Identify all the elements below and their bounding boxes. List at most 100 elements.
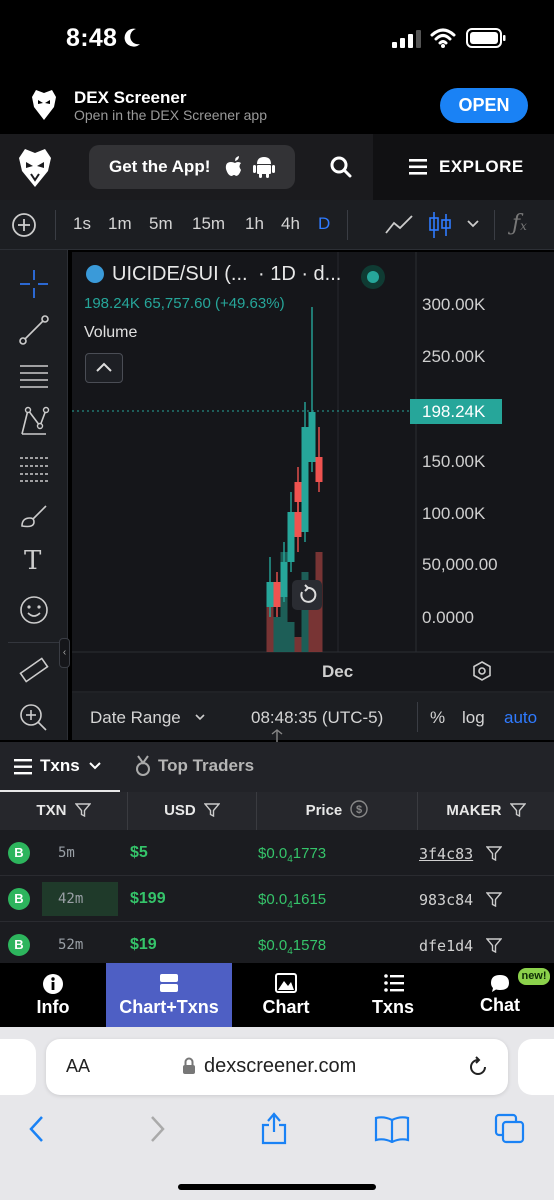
lock-icon xyxy=(183,1057,195,1074)
line-chart-icon[interactable] xyxy=(384,213,414,237)
brush-icon[interactable] xyxy=(18,500,50,532)
text-tool-icon[interactable]: T xyxy=(24,546,41,576)
column-usd[interactable]: USD xyxy=(128,792,257,830)
table-row[interactable]: B 5m $5 $0.041773 3f4c83 xyxy=(0,830,554,876)
tabs-icon[interactable] xyxy=(494,1113,526,1145)
column-txn[interactable]: TXN xyxy=(0,792,128,830)
url-text[interactable]: dexscreener.com xyxy=(204,1055,356,1078)
tab-chat[interactable]: new! Chat xyxy=(446,963,554,1027)
ruler-icon[interactable] xyxy=(18,654,50,686)
filter-icon[interactable] xyxy=(486,846,502,861)
trend-line-icon[interactable] xyxy=(18,314,50,346)
tab-txns-bottom[interactable]: Txns xyxy=(340,963,446,1027)
reset-icon xyxy=(300,584,317,603)
table-row[interactable]: B 42m $199 $0.041615 983c84 xyxy=(0,876,554,922)
emoji-icon[interactable] xyxy=(18,594,50,626)
filter-icon[interactable] xyxy=(486,892,502,907)
timeframe-15m[interactable]: 15m xyxy=(192,214,225,234)
browser-chrome: AA dexscreener.com xyxy=(0,1027,554,1200)
explore-label: EXPLORE xyxy=(439,157,524,176)
table-row[interactable]: B 52m $19 $0.041578 dfe1d4 xyxy=(0,922,554,968)
date-range-button[interactable]: Date Range xyxy=(90,708,181,728)
auto-scale-toggle[interactable]: auto xyxy=(504,708,537,728)
chevron-down-icon[interactable] xyxy=(466,219,480,229)
divider xyxy=(8,642,60,643)
crosshair-icon[interactable] xyxy=(18,268,50,300)
timeframe-4h[interactable]: 4h xyxy=(281,214,300,234)
price-axis-label: 300.00K xyxy=(422,295,486,314)
tab-txns[interactable]: Txns xyxy=(0,742,120,792)
new-badge: new! xyxy=(518,968,550,985)
maker-link[interactable]: 3f4c83 xyxy=(419,845,473,863)
fx-indicators-icon[interactable]: ƒx xyxy=(512,211,527,236)
bookmarks-icon[interactable] xyxy=(374,1115,410,1143)
tab-top-traders[interactable]: Top Traders xyxy=(120,742,280,792)
chart-toolbar: 1s 1m 5m 15m 1h 4h D ƒx xyxy=(0,200,554,250)
horizontal-lines-icon[interactable] xyxy=(18,360,50,392)
txn-price: $0.041578 xyxy=(258,937,326,957)
add-indicator-icon[interactable] xyxy=(11,212,37,238)
next-tab-peek[interactable] xyxy=(518,1039,554,1095)
chart-area[interactable]: UICIDE/SUI (... · 1D · d... 198.24K 65,7… xyxy=(72,252,554,740)
timeframe-1m[interactable]: 1m xyxy=(108,214,132,234)
log-scale-toggle[interactable]: log xyxy=(462,708,485,728)
price-prefix: $0.0 xyxy=(258,845,288,862)
x-axis-label: Dec xyxy=(322,662,354,681)
timeframe-1h[interactable]: 1h xyxy=(245,214,264,234)
address-bar[interactable]: AA dexscreener.com xyxy=(46,1039,508,1095)
chart-interval: · 1D · d... xyxy=(258,263,342,285)
battery-icon xyxy=(466,28,506,48)
price-axis-label: 50,000.00 xyxy=(422,555,498,574)
collapse-tools-button[interactable]: ‹ xyxy=(59,638,70,668)
maker-link[interactable]: dfe1d4 xyxy=(419,937,473,955)
chevron-down-icon xyxy=(89,762,101,770)
token-logo-icon xyxy=(86,265,104,283)
column-price[interactable]: Price $ xyxy=(257,792,418,830)
candles-icon[interactable] xyxy=(428,210,452,240)
price-axis-label: 250.00K xyxy=(422,347,486,366)
column-price-label: Price xyxy=(305,802,343,819)
timeframe-d-active[interactable]: D xyxy=(318,214,330,234)
drawing-tools-panel: T xyxy=(0,250,68,740)
timeframe-1s[interactable]: 1s xyxy=(73,214,91,234)
candle-body xyxy=(301,427,309,462)
forward-icon[interactable] xyxy=(146,1114,168,1144)
get-app-button[interactable]: Get the App! xyxy=(89,145,295,189)
column-txn-label: TXN xyxy=(36,802,67,819)
menu-icon xyxy=(409,159,427,175)
fib-retracement-icon[interactable] xyxy=(18,452,50,484)
tab-txns-label: Txns xyxy=(40,756,80,775)
divider xyxy=(347,210,348,240)
status-bar: 8:48 xyxy=(0,0,554,76)
filter-icon[interactable] xyxy=(486,938,502,953)
divider xyxy=(494,210,495,240)
reader-options-button[interactable]: AA xyxy=(66,1056,90,1077)
tab-info[interactable]: Info xyxy=(0,963,106,1027)
collapse-legend-button[interactable] xyxy=(85,353,123,383)
search-icon[interactable] xyxy=(330,156,352,178)
timeframe-5m[interactable]: 5m xyxy=(149,214,173,234)
percent-scale-toggle[interactable]: % xyxy=(430,708,445,728)
last-price-tag: 198.24K xyxy=(410,399,502,424)
share-icon[interactable] xyxy=(259,1111,289,1145)
back-icon[interactable] xyxy=(26,1114,48,1144)
zoom-in-icon[interactable] xyxy=(18,702,48,732)
reset-chart-button[interactable] xyxy=(292,580,322,610)
previous-tab-peek[interactable] xyxy=(0,1039,36,1095)
maker-link[interactable]: 983c84 xyxy=(419,891,473,909)
pattern-icon[interactable] xyxy=(18,406,50,438)
reload-icon[interactable] xyxy=(466,1055,490,1079)
candle-body xyxy=(273,582,281,607)
tab-chart-txns[interactable]: Chart+Txns xyxy=(106,963,232,1027)
banner-title: DEX Screener xyxy=(74,88,187,107)
android-icon xyxy=(253,157,275,178)
open-app-button[interactable]: OPEN xyxy=(440,88,528,123)
column-maker[interactable]: MAKER xyxy=(418,792,554,830)
tab-chart[interactable]: Chart xyxy=(232,963,340,1027)
dexscreener-logo-icon[interactable] xyxy=(17,148,53,188)
apple-icon xyxy=(225,156,241,176)
explore-button[interactable]: EXPLORE xyxy=(373,134,554,200)
candle-body xyxy=(315,457,323,482)
settings-hex-icon[interactable] xyxy=(471,660,493,682)
svg-text:$: $ xyxy=(356,804,362,816)
